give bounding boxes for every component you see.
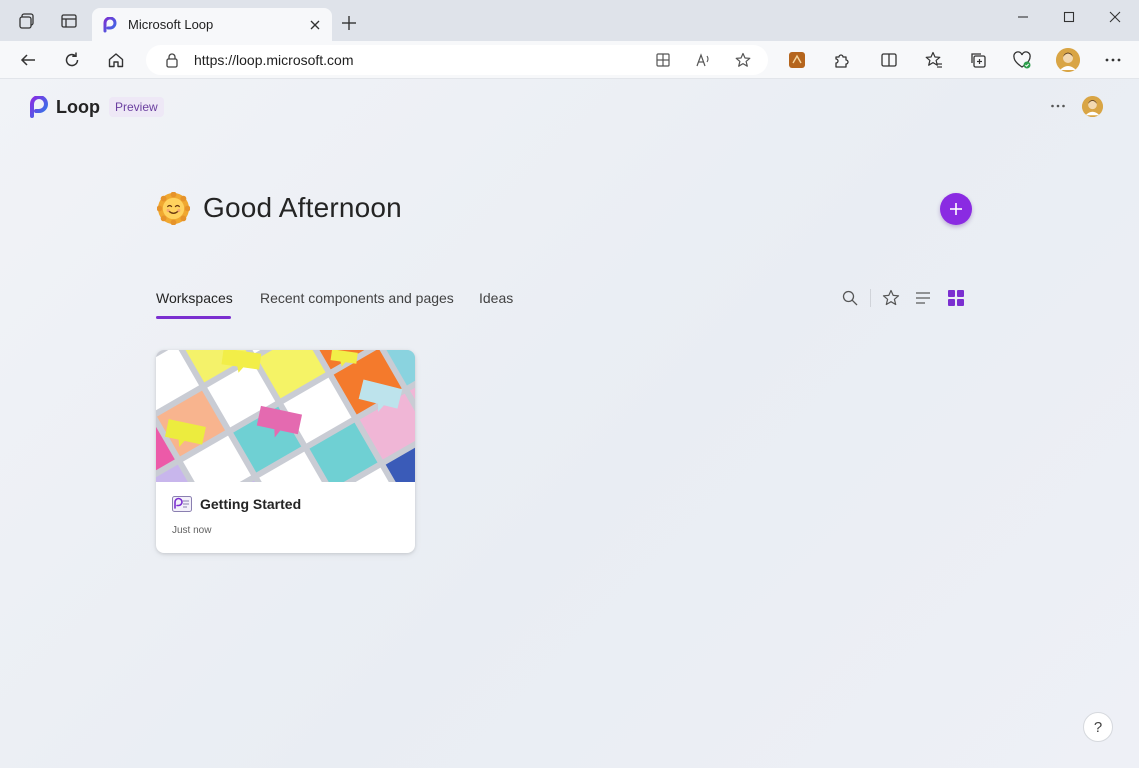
favorites-icon[interactable]: [924, 50, 944, 70]
workspace-updated-time: Just now: [172, 525, 212, 536]
active-tab-indicator: [156, 316, 231, 319]
grid-view-icon[interactable]: [947, 289, 965, 307]
smiling-sun-icon: [157, 192, 190, 225]
browser-toolbar: https://loop.microsoft.com: [0, 41, 1139, 79]
profile-avatar[interactable]: [1056, 48, 1080, 72]
browser-tab[interactable]: Microsoft Loop: [92, 8, 332, 41]
workspaces-icon[interactable]: [16, 10, 38, 32]
preview-badge: Preview: [109, 97, 164, 117]
help-button[interactable]: ?: [1083, 712, 1113, 742]
back-icon[interactable]: [18, 50, 38, 70]
tab-workspaces[interactable]: Workspaces: [156, 290, 233, 306]
new-tab-icon[interactable]: [340, 14, 358, 32]
favorites-filter-icon[interactable]: [882, 289, 900, 307]
user-avatar[interactable]: [1082, 96, 1103, 117]
close-tab-icon[interactable]: [308, 18, 322, 32]
loop-page: Loop Preview Good Afternoon Workspaces R…: [0, 79, 1139, 768]
more-options-icon[interactable]: [1048, 96, 1068, 116]
search-icon[interactable]: [841, 289, 859, 307]
greeting-heading: Good Afternoon: [203, 192, 402, 223]
tab-recent[interactable]: Recent components and pages: [260, 290, 454, 306]
browser-titlebar: Microsoft Loop: [0, 0, 1139, 41]
workspace-icon: [172, 496, 192, 512]
tab-actions-icon[interactable]: [58, 10, 80, 32]
lock-icon[interactable]: [164, 52, 180, 68]
add-workspace-button[interactable]: [940, 193, 972, 225]
url-text[interactable]: https://loop.microsoft.com: [194, 52, 354, 68]
collections-icon[interactable]: [968, 50, 988, 70]
loop-favicon-icon: [103, 16, 117, 32]
minimize-icon[interactable]: [1012, 8, 1034, 26]
tab-ideas[interactable]: Ideas: [479, 290, 513, 306]
settings-more-icon[interactable]: [1103, 50, 1123, 70]
close-window-icon[interactable]: [1104, 8, 1126, 26]
browser-essentials-icon[interactable]: [1012, 50, 1032, 70]
workspace-title: Getting Started: [200, 496, 302, 512]
list-view-icon[interactable]: [914, 289, 932, 307]
maximize-icon[interactable]: [1058, 8, 1080, 26]
app-name[interactable]: Loop: [56, 97, 100, 118]
loop-logo-icon[interactable]: [28, 96, 50, 118]
tab-title: Microsoft Loop: [128, 17, 214, 32]
plus-icon: [950, 203, 962, 215]
split-screen-icon[interactable]: [879, 50, 899, 70]
read-aloud-icon[interactable]: [694, 51, 712, 69]
workspace-cover-image: [156, 350, 415, 482]
toolbar-divider: [870, 289, 871, 307]
address-bar[interactable]: https://loop.microsoft.com: [146, 45, 768, 75]
workspace-card[interactable]: Getting Started Just now: [156, 350, 415, 553]
extension-app-icon[interactable]: [787, 50, 807, 70]
favorite-star-icon[interactable]: [734, 51, 752, 69]
refresh-icon[interactable]: [62, 50, 82, 70]
app-available-icon[interactable]: [654, 51, 672, 69]
home-icon[interactable]: [106, 50, 126, 70]
extensions-puzzle-icon[interactable]: [831, 50, 851, 70]
